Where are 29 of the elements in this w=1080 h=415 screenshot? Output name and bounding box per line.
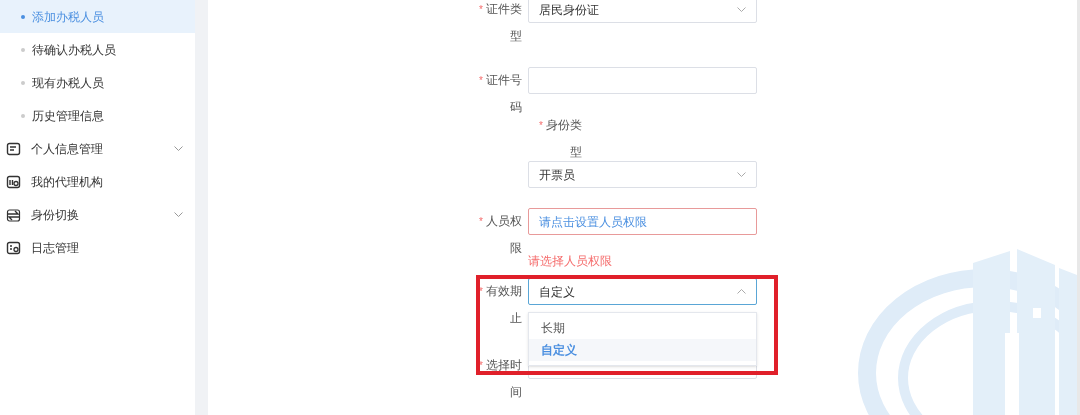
bullet-icon xyxy=(21,113,25,118)
sidebar-item[interactable]: 历史管理信息 xyxy=(0,99,195,132)
sidebar-item[interactable]: 现有办税人员 xyxy=(0,66,195,99)
bullet-icon xyxy=(21,47,25,52)
menu-item[interactable]: 日志管理 xyxy=(0,231,195,264)
field-label: * 证件号码 xyxy=(478,72,522,116)
field-label: * 身份类型 xyxy=(538,117,582,161)
error-message: 请选择人员权限 xyxy=(528,254,613,268)
select-field[interactable]: 自定义 xyxy=(528,278,757,305)
select-field[interactable]: 居民身份证 xyxy=(528,0,757,23)
menu-item[interactable]: 身份切换 xyxy=(0,198,195,231)
select-field[interactable]: 开票员 xyxy=(528,161,757,188)
menu-item[interactable]: 我的代理机构 xyxy=(0,165,195,198)
chevron-down-icon xyxy=(737,172,746,177)
field-label: * 人员权限 xyxy=(478,213,522,257)
list-icon xyxy=(6,141,21,156)
chevron-down-icon xyxy=(737,7,746,12)
menu-item[interactable]: 个人信息管理 xyxy=(0,132,195,165)
field-label: * 证件类型 xyxy=(478,1,522,45)
dropdown-option[interactable]: 长期 xyxy=(529,317,756,339)
id-card-icon xyxy=(6,174,21,189)
sidebar-item[interactable]: 待确认办税人员 xyxy=(0,33,195,66)
chevron-up-icon xyxy=(737,289,746,294)
bullet-icon xyxy=(21,14,25,19)
input-field[interactable] xyxy=(528,67,757,94)
permission-field[interactable]: 请点击设置人员权限 xyxy=(528,208,757,235)
bullet-icon xyxy=(21,80,25,85)
switch-icon xyxy=(6,207,21,222)
calendar-icon xyxy=(6,240,21,255)
